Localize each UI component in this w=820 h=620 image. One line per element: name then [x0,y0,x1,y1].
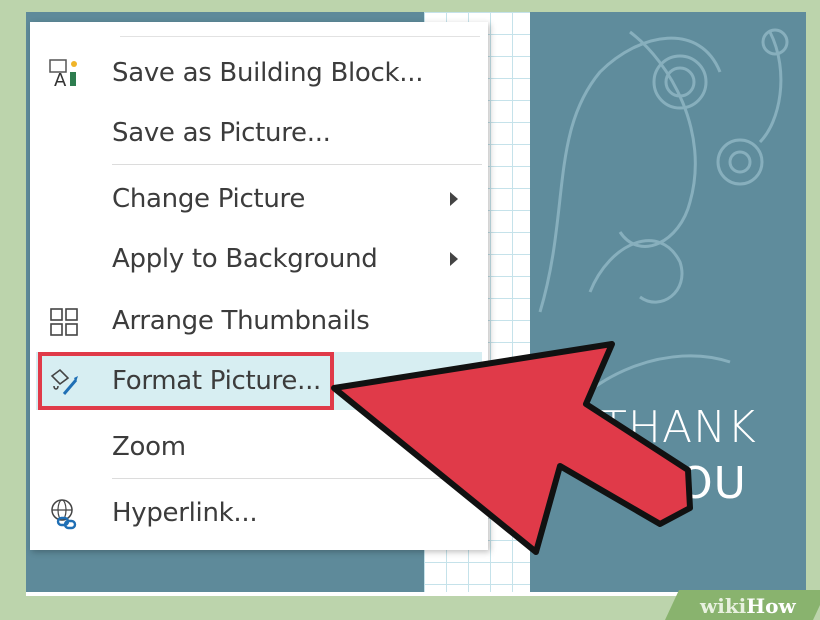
wikihow-watermark: wikiHow [700,594,796,618]
watermark-wiki: wiki [700,594,747,618]
annotation-arrow-icon [331,341,693,555]
watermark-how: How [746,594,796,618]
